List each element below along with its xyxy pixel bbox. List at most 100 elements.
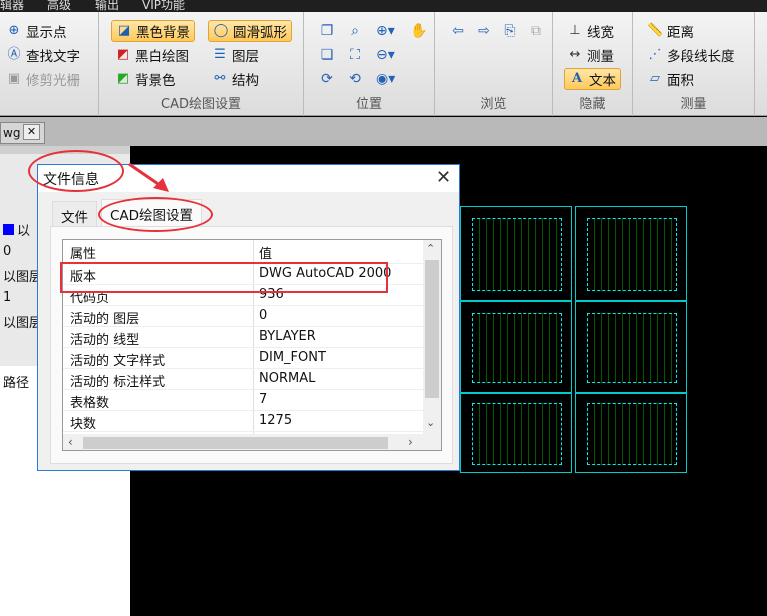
vertical-scroll-thumb[interactable] [425, 260, 439, 398]
copy-icon[interactable]: ❐ [318, 22, 336, 40]
line-width-button[interactable]: ⊥ 线宽 [563, 20, 618, 42]
rotate-icon[interactable]: ⟳ [318, 70, 336, 88]
area-icon: ▱ [650, 71, 660, 86]
property-name: 活动的 标注样式 [70, 375, 166, 390]
structure-button[interactable]: ⚯ 结构 [208, 68, 263, 90]
table-header: 属性值 [63, 240, 423, 264]
group-label-measure: 测量 [680, 97, 707, 112]
table-row[interactable]: 活动的 图层 0 [63, 306, 423, 327]
open-icon[interactable]: ⎘ [501, 22, 519, 40]
ribbon-group-hide: ⊥ 线宽 ↔ 测量 A 文本 隐藏 [553, 12, 633, 116]
text-icon: A [571, 71, 583, 86]
property-value: 1275 [259, 413, 293, 428]
forward-arrow-icon[interactable]: ⇨ [475, 22, 493, 40]
ruler-icon: 📏 [647, 23, 664, 38]
ribbon-group-measure: 📏 距离 ⋰ 多段线长度 ▱ 面积 测量 [633, 12, 755, 116]
find-text-button[interactable]: Ⓐ 查找文字 [2, 44, 84, 66]
layer-color-swatch [3, 224, 14, 235]
property-value: DIM_FONT [259, 350, 326, 365]
annotation-arrow-icon [128, 162, 169, 192]
paste-icon[interactable]: ❏ [318, 46, 336, 64]
table-row[interactable]: 活动的 标注样式 NORMAL [63, 369, 423, 390]
scroll-left-icon[interactable]: ‹ [68, 435, 73, 449]
clip-raster-button[interactable]: ▣ 修剪光栅 [2, 68, 84, 90]
scroll-down-icon[interactable]: ⌄ [426, 416, 435, 429]
ribbon-group-cad-settings: ◪ 黑色背景 ◯ 圆滑弧形 ◩ 黑白绘图 ☰ 图层 ◩ 背景色 ⚯ 结构 CAD绘图设置 [99, 12, 304, 116]
polyline-length-button[interactable]: ⋰ 多段线长度 [643, 44, 739, 66]
menu-output[interactable]: 输出 [95, 0, 119, 12]
ribbon-group-view: ⊕ 显示点 Ⓐ 查找文字 ▣ 修剪光栅 [0, 12, 99, 116]
drawing-thumbnail [460, 206, 572, 301]
annotation-rect-version [60, 262, 388, 293]
bw-drawing-icon: ◩ [116, 47, 130, 62]
group-label-cad-settings: CAD绘图设置 [161, 97, 241, 112]
property-name: 活动的 文字样式 [70, 354, 166, 369]
show-points-button[interactable]: ⊕ 显示点 [2, 20, 71, 42]
layers-icon: ☰ [214, 47, 226, 62]
background-color-button[interactable]: ◩ 背景色 [111, 68, 180, 90]
close-tab-icon[interactable]: ✕ [23, 124, 40, 140]
menu-advanced[interactable]: 高级 [47, 0, 71, 12]
polyline-ruler-icon: ⋰ [648, 47, 662, 62]
property-name: 块数 [70, 417, 97, 432]
property-value: 0 [259, 308, 268, 323]
globe-icon[interactable]: ◉▾ [376, 70, 395, 88]
tab-file[interactable]: 文件 [52, 201, 97, 226]
ribbon: ⊕ 显示点 Ⓐ 查找文字 ▣ 修剪光栅 ◪ 黑色背景 ◯ 圆滑弧形 ◩ 黑白绘图 ☰ 图层 ◩… [0, 12, 767, 116]
drawing-thumbnail [575, 301, 687, 393]
menu-bar: 辑器 高级 输出 VIP功能 [0, 0, 767, 12]
scroll-up-icon[interactable]: ⌃ [426, 242, 435, 255]
text-hide-button[interactable]: A 文本 [564, 68, 621, 90]
structure-icon: ⚯ [214, 71, 226, 86]
arc-icon: ◯ [213, 23, 229, 38]
property-value: NORMAL [259, 371, 316, 386]
group-label-hide: 隐藏 [579, 97, 606, 112]
line-width-icon: ⊥ [569, 23, 581, 38]
horizontal-scroll-thumb[interactable] [83, 437, 388, 449]
area-button[interactable]: ▱ 面积 [643, 68, 698, 90]
pan-hand-icon[interactable]: ✋ [410, 22, 428, 40]
table-row[interactable]: 块数 1275 [63, 411, 423, 432]
ribbon-group-browse: ⇦ ⇨ ⎘ ⧉ 浏览 [435, 12, 553, 116]
black-background-button[interactable]: ◪ 黑色背景 [111, 20, 195, 42]
table-row[interactable]: 活动的 文字样式 DIM_FONT [63, 348, 423, 369]
group-label-browse: 浏览 [480, 97, 507, 112]
group-label-position: 位置 [355, 97, 382, 112]
drawing-thumbnail [575, 206, 687, 301]
property-name: 表格数 [70, 396, 110, 411]
ribbon-group-position: ❐ ⌕ ⊕▾ ✋ ❏ ⛶ ⊖▾ ⟳ ⟲ ◉▾ 位置 [304, 12, 435, 116]
annotation-ellipse-title [28, 150, 124, 192]
zoom-extents-icon[interactable]: ⛶ [346, 46, 364, 64]
smooth-arc-button[interactable]: ◯ 圆滑弧形 [208, 20, 292, 42]
drawing-thumbnail [460, 393, 572, 473]
property-name: 活动的 线型 [70, 333, 140, 348]
property-value: 7 [259, 392, 268, 407]
close-icon[interactable]: ✕ [436, 167, 451, 188]
scroll-right-icon[interactable]: › [408, 435, 413, 449]
zoom-window-icon[interactable]: ⌕ [346, 22, 364, 40]
distance-button[interactable]: 📏 距离 [643, 20, 698, 42]
zoom-in-icon[interactable]: ⊕▾ [376, 22, 395, 40]
drawing-thumbnail [460, 301, 572, 393]
table-row[interactable]: 表格数 7 [63, 390, 423, 411]
property-value: BYLAYER [259, 329, 316, 344]
menu-editor[interactable]: 辑器 [0, 0, 24, 12]
copy-disabled-icon[interactable]: ⧉ [527, 22, 545, 40]
background-color-icon: ◩ [116, 71, 130, 86]
document-tab-bar [0, 117, 767, 146]
back-arrow-icon[interactable]: ⇦ [449, 22, 467, 40]
layers-button[interactable]: ☰ 图层 [208, 44, 263, 66]
bw-drawing-button[interactable]: ◩ 黑白绘图 [111, 44, 193, 66]
table-row[interactable]: 活动的 线型 BYLAYER [63, 327, 423, 348]
black-background-icon: ◪ [117, 23, 131, 38]
zoom-previous-icon[interactable]: ⟲ [346, 70, 364, 88]
menu-vip[interactable]: VIP功能 [142, 0, 185, 12]
find-text-icon: Ⓐ [7, 47, 21, 62]
clip-icon: ▣ [7, 71, 21, 86]
annotation-ellipse-tab [98, 197, 213, 232]
measure-hide-button[interactable]: ↔ 测量 [563, 44, 618, 66]
dimension-icon: ↔ [569, 47, 581, 62]
crosshair-icon: ⊕ [8, 23, 20, 38]
drawing-thumbnail [575, 393, 687, 473]
zoom-out-icon[interactable]: ⊖▾ [376, 46, 395, 64]
